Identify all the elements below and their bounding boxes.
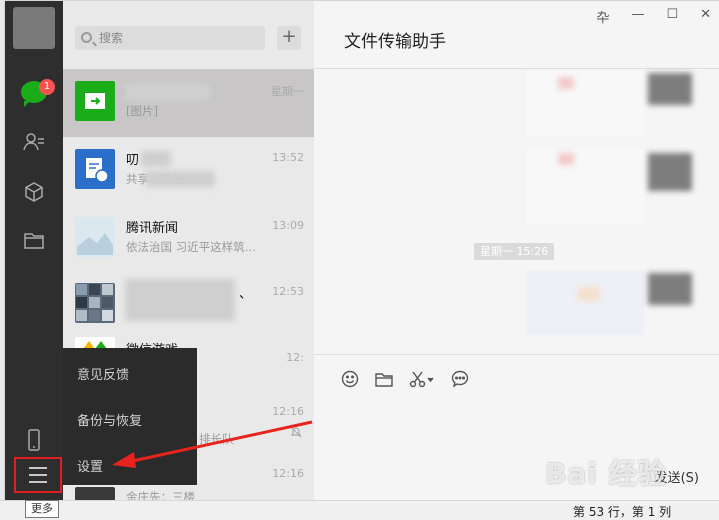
sender-avatar: [648, 273, 692, 305]
sender-avatar: [648, 73, 692, 105]
screen: 1 搜索 + [图片] 星期一 叨 13:52 腾讯新闻 依法治国 习近平这样筑…: [0, 0, 719, 519]
blurred-preview: [145, 171, 215, 187]
add-chat-button[interactable]: +: [277, 26, 301, 50]
chat-name: 、: [239, 287, 253, 302]
blurred-name: [141, 151, 171, 167]
avatar[interactable]: [13, 7, 55, 49]
more-menu-button[interactable]: [14, 457, 62, 493]
window-controls: 卆 — ☐ ✕: [596, 7, 711, 26]
sidebar: 1: [5, 1, 63, 501]
chat-item[interactable]: 叨 共享…抓住… 13:52: [63, 137, 314, 205]
chat-preview: 依法治国 习近平这样筑…: [126, 240, 257, 254]
hamburger-line: [29, 474, 47, 476]
close-button[interactable]: ✕: [700, 7, 711, 26]
blurred-name: [125, 279, 235, 321]
menu-item-feedback[interactable]: 意见反馈: [77, 364, 129, 383]
image-detail: [558, 77, 574, 89]
chat-time: 12:53: [272, 285, 304, 298]
time-divider: 星期一 15:26: [474, 243, 555, 260]
annotation-arrow: [112, 420, 313, 468]
scissors-icon[interactable]: [408, 369, 436, 389]
emoji-icon[interactable]: [340, 369, 360, 389]
maximize-button[interactable]: ☐: [666, 7, 678, 26]
chat-item-tencent-news[interactable]: 腾讯新闻 依法治国 习近平这样筑… 13:09: [63, 205, 314, 273]
image-message[interactable]: [526, 149, 644, 225]
news-avatar: [75, 217, 115, 257]
chat-time: 星期一: [271, 85, 304, 98]
group-avatar: [75, 283, 115, 323]
chat-title: 文件传输助手: [344, 32, 446, 52]
divider: [314, 354, 719, 355]
folder-icon[interactable]: [19, 225, 49, 255]
chat-name: 腾讯新闻: [126, 221, 179, 236]
file-transfer-avatar: [75, 81, 115, 121]
menu-item-settings[interactable]: 设置: [77, 456, 103, 475]
pin-button[interactable]: 卆: [596, 7, 609, 26]
chat-time: 13:09: [272, 219, 304, 232]
baidu-watermark: Bai 经验: [545, 457, 667, 490]
divider: [314, 68, 719, 69]
chat-bubble-icon[interactable]: [450, 369, 470, 389]
blurred-name: [125, 83, 210, 101]
chat-time: 12:16: [272, 405, 304, 418]
chat-item-file-transfer[interactable]: [图片] 星期一: [63, 69, 314, 137]
chat-time: 13:52: [272, 151, 304, 164]
search-icon: [81, 32, 92, 43]
cube-icon[interactable]: [19, 177, 49, 207]
cursor-position: 第 53 行，第 1 列: [573, 505, 672, 519]
more-tooltip: 更多: [25, 500, 59, 518]
image-detail: [578, 287, 600, 301]
chat-avatar: [75, 487, 115, 501]
doc-avatar: [75, 149, 115, 189]
sender-avatar: [648, 153, 692, 191]
chat-area: 文件传输助手 卆 — ☐ ✕ 星期一 15:26 发送(S): [314, 1, 719, 501]
chat-preview: [图片]: [126, 104, 158, 118]
image-message[interactable]: [526, 271, 644, 335]
input-toolbar: [340, 369, 470, 389]
unread-badge: 1: [39, 79, 55, 95]
image-message[interactable]: [526, 71, 644, 135]
search-input[interactable]: 搜索: [75, 26, 265, 50]
chat-time: 12:: [286, 351, 304, 364]
image-detail: [558, 153, 574, 165]
chat-name: 叨: [126, 153, 140, 168]
hamburger-line: [29, 481, 47, 483]
chat-item[interactable]: 、 12:53: [63, 271, 314, 339]
editor-status-bar: 第 53 行，第 1 列: [0, 500, 719, 519]
contacts-icon[interactable]: [19, 127, 49, 157]
hamburger-line: [29, 467, 47, 469]
minimize-button[interactable]: —: [631, 7, 644, 26]
phone-icon[interactable]: [19, 425, 49, 455]
folder-icon[interactable]: [374, 369, 394, 389]
